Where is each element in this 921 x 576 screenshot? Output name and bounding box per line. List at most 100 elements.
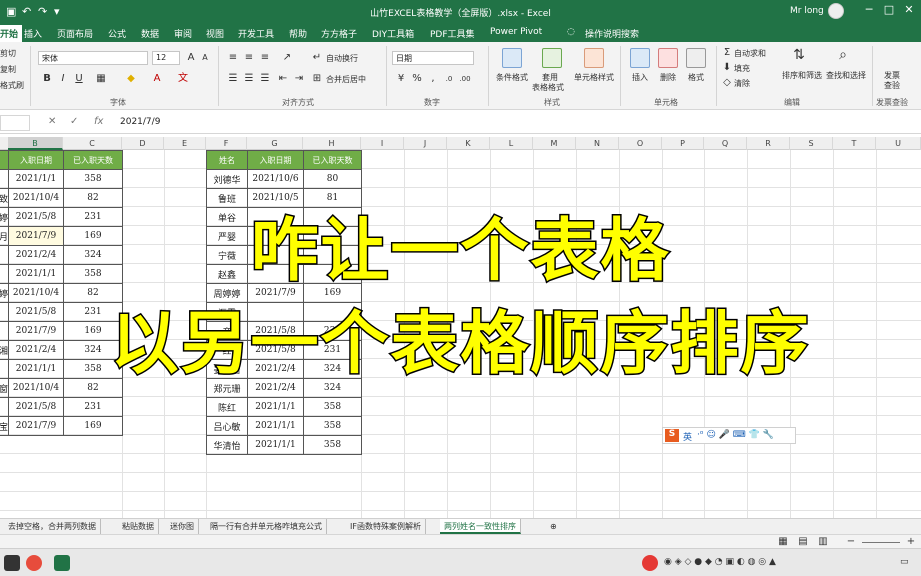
user-name[interactable]: Mr long xyxy=(790,6,824,16)
shrink-font-icon[interactable]: A xyxy=(198,51,212,65)
currency-icon[interactable]: ¥ xyxy=(394,72,408,86)
conditional-format-button[interactable]: 条件格式 xyxy=(496,72,528,83)
find-select-button[interactable]: 查找和选择 xyxy=(826,70,866,81)
align-bottom-icon[interactable]: ≡ xyxy=(258,51,272,65)
column-header-n[interactable]: N xyxy=(576,137,619,150)
name-cell[interactable]: 刘德华 xyxy=(206,169,248,189)
format-painter-button[interactable]: 格式刷 xyxy=(0,80,24,91)
tab-data[interactable]: 数据 xyxy=(141,27,159,40)
days-cell[interactable]: 358 xyxy=(303,416,362,436)
tab-insert[interactable]: 插入 xyxy=(24,27,42,40)
column-header-c[interactable]: C xyxy=(63,137,122,150)
column-header-f[interactable]: F xyxy=(206,137,247,150)
increase-indent-icon[interactable]: ⇥ xyxy=(292,72,306,86)
cell-styles-button[interactable]: 单元格样式 xyxy=(574,72,614,83)
decrease-indent-icon[interactable]: ⇤ xyxy=(276,72,290,86)
date-cell[interactable]: 2021/5/8 xyxy=(8,397,64,417)
header-hire-date[interactable]: 入职日期 xyxy=(247,150,304,170)
comma-icon[interactable]: , xyxy=(426,72,440,86)
borders-icon[interactable]: ▦ xyxy=(94,72,108,86)
column-header-e[interactable]: E xyxy=(164,137,206,150)
zoom-in-icon[interactable]: + xyxy=(904,535,918,549)
align-right-icon[interactable]: ☰ xyxy=(258,72,272,86)
delete-cells-button[interactable]: 删除 xyxy=(660,72,676,83)
column-header-s[interactable]: S xyxy=(790,137,833,150)
italic-icon[interactable]: I xyxy=(56,72,70,86)
page-layout-view-icon[interactable]: ▤ xyxy=(796,535,810,549)
insert-cells-button[interactable]: 插入 xyxy=(632,72,648,83)
header-days-employed[interactable]: 已入职天数 xyxy=(63,150,123,170)
column-header-q[interactable]: Q xyxy=(704,137,747,150)
grow-font-icon[interactable]: A xyxy=(184,51,198,65)
close-button[interactable]: ✕ xyxy=(901,3,917,16)
name-box[interactable] xyxy=(0,115,30,131)
start-icon[interactable] xyxy=(4,555,20,571)
orientation-icon[interactable]: ↗ xyxy=(280,51,294,65)
tell-me-search[interactable]: 操作说明搜索 xyxy=(585,27,639,40)
add-sheet-button[interactable]: ⊕ xyxy=(546,519,561,534)
autosum-button[interactable]: 自动求和 xyxy=(734,48,766,59)
column-header-b[interactable]: B xyxy=(8,137,63,150)
days-cell[interactable]: 358 xyxy=(303,435,362,455)
maximize-button[interactable]: □ xyxy=(881,3,897,16)
sheet-tab[interactable]: 粘贴数据 xyxy=(118,519,159,534)
tab-page-layout[interactable]: 页面布局 xyxy=(57,27,93,40)
column-header-d[interactable]: D xyxy=(122,137,164,150)
date-cell[interactable]: 2021/1/1 xyxy=(247,397,304,417)
column-header-g[interactable]: G xyxy=(247,137,303,150)
tab-review[interactable]: 审阅 xyxy=(174,27,192,40)
phonetic-icon[interactable]: 文 xyxy=(176,72,190,86)
enter-formula-icon[interactable]: ✓ xyxy=(70,116,78,127)
formula-input[interactable]: 2021/7/9 xyxy=(120,117,160,127)
date-cell[interactable]: 2021/7/9 xyxy=(8,416,64,436)
name-cell[interactable]: 华清怡 xyxy=(206,435,248,455)
name-cell[interactable]: 吕心敏 xyxy=(206,416,248,436)
tab-power-pivot[interactable]: Power Pivot xyxy=(490,27,542,37)
bold-icon[interactable]: B xyxy=(40,72,54,86)
ime-tool-icons[interactable]: ·ᵒ ☺ 🎤 ⌨ 👕 🔧 xyxy=(697,430,774,440)
notification-icon[interactable]: ▭ xyxy=(900,557,909,567)
column-header-l[interactable]: L xyxy=(490,137,533,150)
tab-help[interactable]: 帮助 xyxy=(289,27,307,40)
tab-fangfang[interactable]: 方方格子 xyxy=(321,27,357,40)
column-header-r[interactable]: R xyxy=(747,137,790,150)
header-hire-date[interactable]: 入职日期 xyxy=(8,150,64,170)
date-cell[interactable]: 2021/1/1 xyxy=(247,435,304,455)
align-left-icon[interactable]: ☰ xyxy=(226,72,240,86)
column-header-j[interactable]: J xyxy=(404,137,447,150)
clear-button[interactable]: 清除 xyxy=(734,78,750,89)
column-header-u[interactable]: U xyxy=(876,137,921,150)
header-name[interactable]: 姓名 xyxy=(206,150,248,170)
tab-pdf-tools[interactable]: PDF工具集 xyxy=(430,27,475,40)
align-center-icon[interactable]: ☰ xyxy=(242,72,256,86)
date-cell[interactable]: 2021/1/1 xyxy=(247,416,304,436)
underline-icon[interactable]: U xyxy=(72,72,86,86)
column-header-h[interactable]: H xyxy=(303,137,361,150)
column-header-m[interactable]: M xyxy=(533,137,576,150)
column-header-k[interactable]: K xyxy=(447,137,490,150)
avatar[interactable] xyxy=(828,3,844,19)
page-break-view-icon[interactable]: ▥ xyxy=(816,535,830,549)
zoom-out-icon[interactable]: − xyxy=(844,535,858,549)
tray-app-icon[interactable] xyxy=(642,555,658,571)
sheet-tab[interactable]: 去掉空格，合并两列数据 xyxy=(4,519,101,534)
chrome-icon[interactable] xyxy=(26,555,42,571)
excel-icon[interactable] xyxy=(54,555,70,571)
ime-toolbar[interactable]: S 英 ·ᵒ ☺ 🎤 ⌨ 👕 🔧 xyxy=(662,427,796,444)
fill-button[interactable]: 填充 xyxy=(734,63,750,74)
number-format-select[interactable]: 日期 xyxy=(392,51,474,65)
column-header-i[interactable]: I xyxy=(361,137,404,150)
name-cell[interactable]: 陈红 xyxy=(206,397,248,417)
tab-home[interactable]: 开始 xyxy=(0,25,23,42)
cancel-formula-icon[interactable]: ✕ xyxy=(48,116,56,127)
sort-filter-button[interactable]: 排序和筛选 xyxy=(782,70,822,81)
font-name-select[interactable]: 宋体 xyxy=(38,51,148,65)
percent-icon[interactable]: % xyxy=(410,72,424,86)
header-days-employed[interactable]: 已入职天数 xyxy=(303,150,362,170)
ime-mode-toggle[interactable]: 英 xyxy=(683,430,692,443)
days-cell[interactable]: 169 xyxy=(63,416,123,436)
date-cell[interactable]: 2021/10/6 xyxy=(247,169,304,189)
font-color-icon[interactable]: A xyxy=(150,72,164,86)
sheet-tab-active[interactable]: 两列姓名一致性排序 xyxy=(440,519,521,534)
column-header-t[interactable]: T xyxy=(833,137,876,150)
